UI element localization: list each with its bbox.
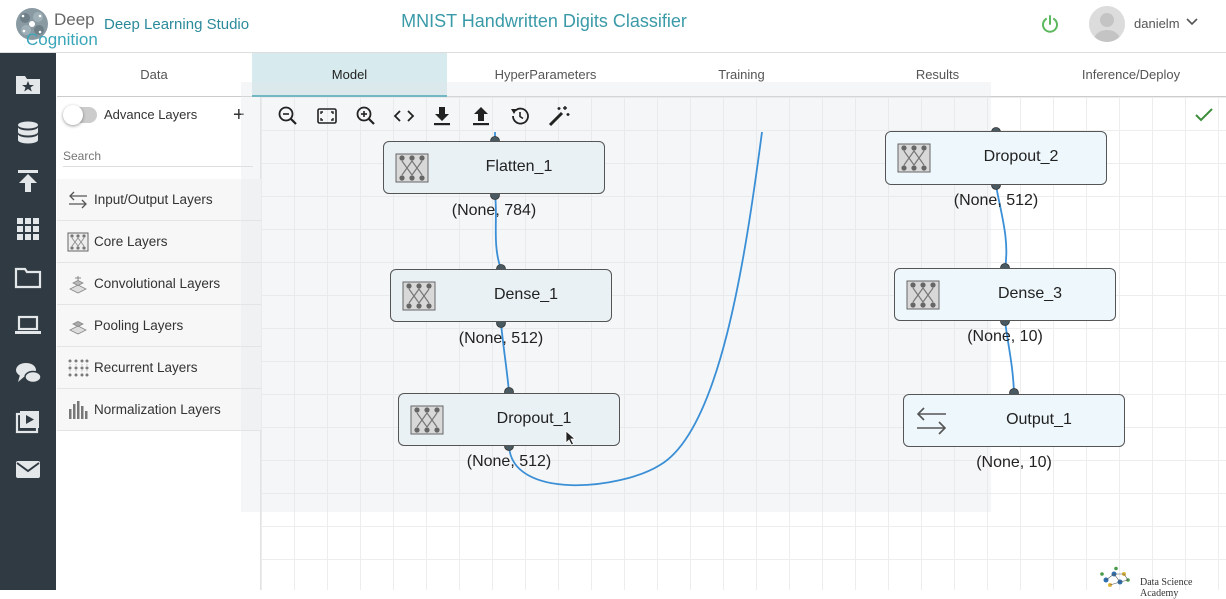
arrows-icon — [69, 191, 87, 209]
layers-panel: Advance Layers + Input/Output Layers Cor… — [57, 97, 261, 590]
laptop-icon[interactable] — [14, 311, 42, 339]
node-output-shape: (None, 512) — [953, 192, 1039, 209]
watermark-text: Data Science Academy — [1140, 577, 1193, 599]
node-label: Dense_1 — [493, 286, 559, 303]
layer-category-normalization[interactable]: Normalization Layers — [57, 389, 261, 431]
conv-layer-icon — [69, 276, 87, 294]
layer-category-core[interactable]: Core Layers — [57, 221, 261, 263]
layer-category-label: Recurrent Layers — [94, 360, 198, 375]
layer-category-input-output[interactable]: Input/Output Layers — [57, 179, 261, 221]
toggle-knob — [63, 105, 83, 125]
core-layer-icon — [402, 281, 436, 311]
tab-inference-deploy[interactable]: Inference/Deploy — [1036, 53, 1226, 96]
node-label: Output_1 — [1006, 411, 1072, 428]
mail-icon[interactable] — [14, 455, 42, 483]
layer-category-label: Input/Output Layers — [94, 192, 213, 207]
zoom-out-icon[interactable] — [275, 103, 301, 129]
folder-icon[interactable] — [14, 263, 42, 291]
node-output-shape: (None, 10) — [967, 328, 1043, 345]
app-header: Deep Cognition Deep Learning Studio MNIS… — [0, 0, 1226, 53]
code-icon[interactable] — [391, 103, 417, 129]
advance-layers-toggle[interactable] — [63, 105, 97, 125]
check-icon[interactable] — [1194, 106, 1214, 124]
history-icon[interactable] — [507, 103, 533, 129]
user-avatar-icon — [1089, 6, 1125, 42]
star-folder-icon[interactable] — [14, 70, 42, 98]
core-layer-icon — [395, 153, 429, 183]
fit-screen-icon[interactable] — [314, 103, 340, 129]
core-layer-icon — [410, 405, 444, 435]
layer-category-label: Core Layers — [94, 234, 168, 249]
project-title: MNIST Handwritten Digits Classifier — [401, 11, 687, 31]
advance-layers-label: Advance Layers — [104, 107, 198, 122]
magic-wand-icon[interactable] — [546, 103, 572, 129]
layer-category-convolutional[interactable]: Convolutional Layers — [57, 263, 261, 305]
chat-icon[interactable] — [14, 359, 42, 387]
layer-category-label: Normalization Layers — [94, 402, 221, 417]
core-layer-icon — [67, 232, 89, 252]
layer-category-recurrent[interactable]: Recurrent Layers — [57, 347, 261, 389]
node-output-shape: (None, 784) — [451, 202, 537, 219]
power-icon[interactable] — [1040, 14, 1060, 34]
layer-category-list: Input/Output Layers Core Layers Convolut… — [57, 179, 261, 431]
left-nav-rail — [0, 53, 56, 590]
zoom-in-icon[interactable] — [353, 103, 379, 129]
core-layer-icon — [897, 143, 931, 173]
chevron-down-icon[interactable] — [1186, 17, 1198, 27]
node-output-shape: (None, 512) — [466, 453, 552, 470]
layer-node-flatten-1[interactable]: Flatten_1 — [383, 141, 605, 194]
layer-category-label: Pooling Layers — [94, 318, 184, 333]
node-label: Dropout_1 — [496, 410, 572, 427]
layer-node-dense-3[interactable]: Dense_3 — [894, 268, 1116, 321]
arrows-icon — [916, 407, 947, 435]
database-icon[interactable] — [14, 119, 42, 147]
mouse-cursor-icon — [565, 430, 577, 446]
recurrent-layer-icon — [68, 359, 89, 377]
node-label: Flatten_1 — [485, 158, 553, 175]
user-name[interactable]: danielm — [1134, 16, 1180, 31]
canvas-toolbar — [273, 103, 573, 129]
node-label: Dense_3 — [997, 285, 1063, 302]
layer-node-dense-1[interactable]: Dense_1 — [390, 269, 612, 322]
node-output-shape: (None, 512) — [458, 330, 544, 347]
layer-search-input[interactable] — [63, 145, 253, 167]
layer-category-pooling[interactable]: Pooling Layers — [57, 305, 261, 347]
node-output-shape: (None, 10) — [976, 454, 1052, 471]
layer-node-output-1[interactable]: Output_1 — [903, 394, 1125, 447]
normalization-layer-icon — [69, 401, 88, 419]
canvas-selection-overlay — [241, 82, 991, 512]
user-avatar[interactable] — [1089, 6, 1125, 42]
core-layer-icon — [906, 280, 940, 310]
layer-category-label: Convolutional Layers — [94, 276, 221, 291]
download-icon[interactable] — [429, 103, 455, 129]
node-label: Dropout_2 — [983, 148, 1059, 165]
tab-data[interactable]: Data — [57, 53, 251, 96]
grid-icon[interactable] — [14, 215, 42, 243]
pooling-layer-icon — [69, 321, 87, 335]
video-icon[interactable] — [14, 408, 42, 436]
upload-icon[interactable] — [468, 103, 494, 129]
upload-icon[interactable] — [14, 167, 42, 195]
logo-word-cognition: Cognition — [26, 30, 98, 49]
layer-node-dropout-1[interactable]: Dropout_1 — [398, 393, 620, 446]
layer-node-dropout-2[interactable]: Dropout_2 — [885, 131, 1107, 185]
